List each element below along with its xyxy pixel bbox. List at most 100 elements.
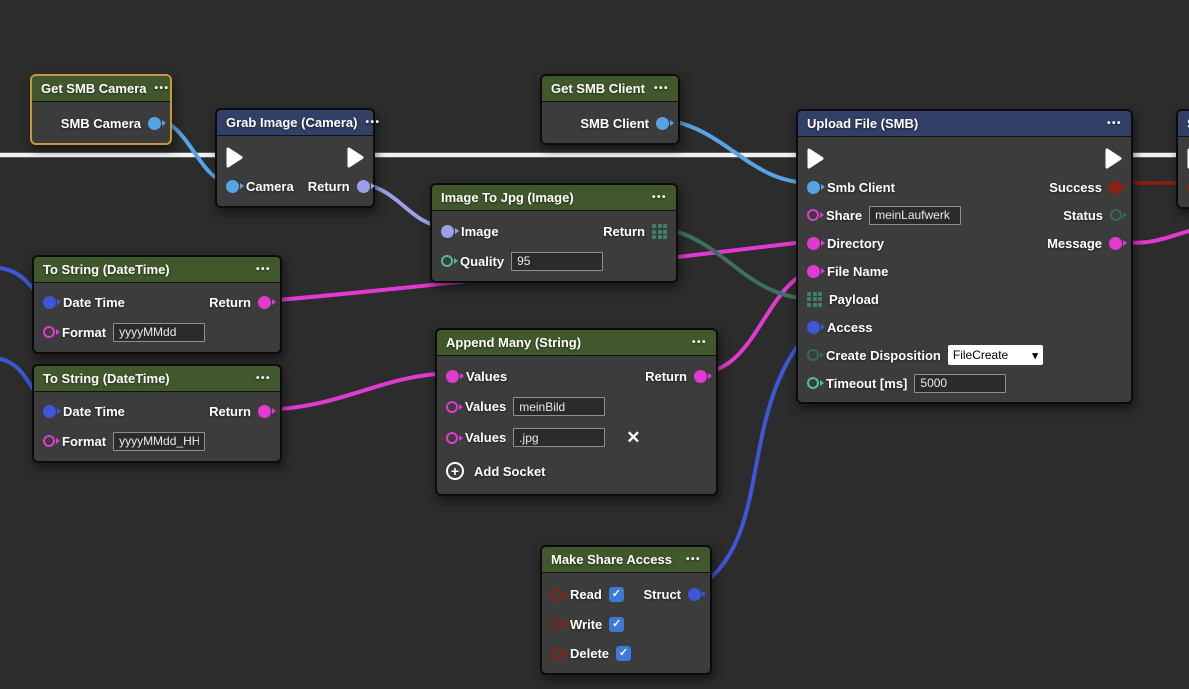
format-field[interactable] xyxy=(113,323,205,342)
timeout-input-pin[interactable] xyxy=(807,377,819,389)
chevron-down-icon: ▾ xyxy=(1032,349,1038,362)
success-output-pin[interactable] xyxy=(1109,181,1122,194)
node-menu-icon[interactable]: ••• xyxy=(154,84,169,94)
node-make-share-access[interactable]: Make Share Access ••• Read ✓ Struct Writ… xyxy=(540,545,712,675)
node-header[interactable]: Make Share Access ••• xyxy=(542,547,710,573)
node-title: Make Share Access xyxy=(551,552,672,567)
smb-camera-output-pin[interactable] xyxy=(148,117,161,130)
date-time-input-pin[interactable] xyxy=(43,405,56,418)
delete-input-pin[interactable] xyxy=(551,648,563,660)
output-label: Return xyxy=(209,295,251,310)
node-menu-icon[interactable]: ••• xyxy=(686,555,701,565)
payload-bytes-input-pin[interactable] xyxy=(807,292,822,307)
node-header[interactable]: Append Many (String) ••• xyxy=(437,330,716,356)
node-header[interactable]: Get SMB Camera ••• xyxy=(32,76,170,102)
write-checkbox[interactable]: ✓ xyxy=(609,617,624,632)
node-menu-icon[interactable]: ••• xyxy=(256,374,271,384)
input-label: Values xyxy=(465,399,506,414)
status-output-pin[interactable] xyxy=(1110,209,1122,221)
read-checkbox[interactable]: ✓ xyxy=(609,587,624,602)
image-input-pin[interactable] xyxy=(441,225,454,238)
node-image-to-jpg[interactable]: Image To Jpg (Image) ••• Image Return Qu… xyxy=(430,183,678,283)
input-label: Date Time xyxy=(63,295,125,310)
wire-values[interactable] xyxy=(266,373,450,410)
node-header[interactable]: To String (DateTime) ••• xyxy=(34,366,280,392)
input-label: Delete xyxy=(570,646,609,661)
input-label: Access xyxy=(827,320,873,335)
file-name-input-pin[interactable] xyxy=(807,265,820,278)
return-bytes-output-pin[interactable] xyxy=(652,224,667,239)
directory-input-pin[interactable] xyxy=(807,237,820,250)
node-menu-icon[interactable]: ••• xyxy=(256,265,271,275)
input-label: Smb Client xyxy=(827,180,895,195)
share-field[interactable] xyxy=(869,206,961,225)
create-disposition-input-pin[interactable] xyxy=(807,349,819,361)
values-input-pin[interactable] xyxy=(446,401,458,413)
values-field-2[interactable] xyxy=(513,428,605,447)
exec-out-pin[interactable] xyxy=(1105,148,1122,169)
values-field-1[interactable] xyxy=(513,397,605,416)
node-menu-icon[interactable]: ••• xyxy=(366,118,381,128)
write-input-pin[interactable] xyxy=(551,618,563,630)
node-to-string-day[interactable]: To String (DateTime) ••• Date Time Retur… xyxy=(32,255,282,354)
read-input-pin[interactable] xyxy=(551,589,563,601)
node-get-smb-camera[interactable]: Get SMB Camera ••• SMB Camera xyxy=(30,74,172,145)
format-input-pin[interactable] xyxy=(43,326,55,338)
add-socket-icon[interactable]: + xyxy=(446,462,464,480)
remove-socket-icon[interactable]: ✕ xyxy=(626,429,640,446)
node-menu-icon[interactable]: ••• xyxy=(654,84,669,94)
date-time-input-pin[interactable] xyxy=(43,296,56,309)
node-menu-icon[interactable]: ••• xyxy=(692,338,707,348)
node-header[interactable]: Image To Jpg (Image) ••• xyxy=(432,185,676,211)
node-menu-icon[interactable]: ••• xyxy=(1107,119,1122,129)
access-input-pin[interactable] xyxy=(807,321,820,334)
return-output-pin[interactable] xyxy=(357,180,370,193)
input-label: Read xyxy=(570,587,602,602)
exec-out-pin[interactable] xyxy=(347,147,364,168)
return-output-pin[interactable] xyxy=(258,296,271,309)
node-append-many[interactable]: Append Many (String) ••• Values Return V… xyxy=(435,328,718,496)
node-header[interactable]: To String (DateTime) ••• xyxy=(34,257,280,283)
output-label: Struct xyxy=(643,587,681,602)
node-header[interactable]: Grab Image (Camera) ••• xyxy=(217,110,373,136)
delete-checkbox[interactable]: ✓ xyxy=(616,646,631,661)
input-label: File Name xyxy=(827,264,888,279)
message-output-pin[interactable] xyxy=(1109,237,1122,250)
format-input-pin[interactable] xyxy=(43,435,55,447)
wire-payload[interactable] xyxy=(663,228,812,299)
camera-input-pin[interactable] xyxy=(226,180,239,193)
create-disposition-dropdown[interactable]: FileCreate ▾ xyxy=(948,345,1043,365)
share-input-pin[interactable] xyxy=(807,209,819,221)
return-output-pin[interactable] xyxy=(258,405,271,418)
node-header[interactable]: S xyxy=(1178,111,1189,137)
node-title: Grab Image (Camera) xyxy=(226,115,358,130)
node-upload-file[interactable]: Upload File (SMB) ••• Smb Client Success… xyxy=(796,109,1133,404)
node-get-smb-client[interactable]: Get SMB Client ••• SMB Client xyxy=(540,74,680,145)
values-input-pin[interactable] xyxy=(446,432,458,444)
values-input-pin[interactable] xyxy=(446,370,459,383)
add-socket-label[interactable]: Add Socket xyxy=(474,464,546,479)
node-title: To String (DateTime) xyxy=(43,371,170,386)
node-clipped-right[interactable]: S xyxy=(1176,109,1189,209)
node-to-string-hour[interactable]: To String (DateTime) ••• Date Time Retur… xyxy=(32,364,282,463)
input-label: Write xyxy=(570,617,602,632)
node-header[interactable]: Upload File (SMB) ••• xyxy=(798,111,1131,137)
quality-input-pin[interactable] xyxy=(441,255,453,267)
smb-client-output-pin[interactable] xyxy=(656,117,669,130)
timeout-field[interactable] xyxy=(914,374,1006,393)
quality-field[interactable] xyxy=(511,252,603,271)
node-header[interactable]: Get SMB Client ••• xyxy=(542,76,678,102)
exec-in-pin[interactable] xyxy=(807,148,824,169)
struct-output-pin[interactable] xyxy=(688,588,701,601)
output-label: Message xyxy=(1047,236,1102,251)
wire-smb-client[interactable] xyxy=(662,119,812,183)
output-label: Status xyxy=(1063,208,1103,223)
smb-client-input-pin[interactable] xyxy=(807,181,820,194)
format-field[interactable] xyxy=(113,432,205,451)
node-title: Image To Jpg (Image) xyxy=(441,190,574,205)
node-editor-canvas[interactable]: Get SMB Camera ••• SMB Camera Grab Image… xyxy=(0,0,1189,689)
node-menu-icon[interactable]: ••• xyxy=(652,193,667,203)
node-grab-image[interactable]: Grab Image (Camera) ••• Camera Return xyxy=(215,108,375,208)
return-output-pin[interactable] xyxy=(694,370,707,383)
exec-in-pin[interactable] xyxy=(226,147,243,168)
